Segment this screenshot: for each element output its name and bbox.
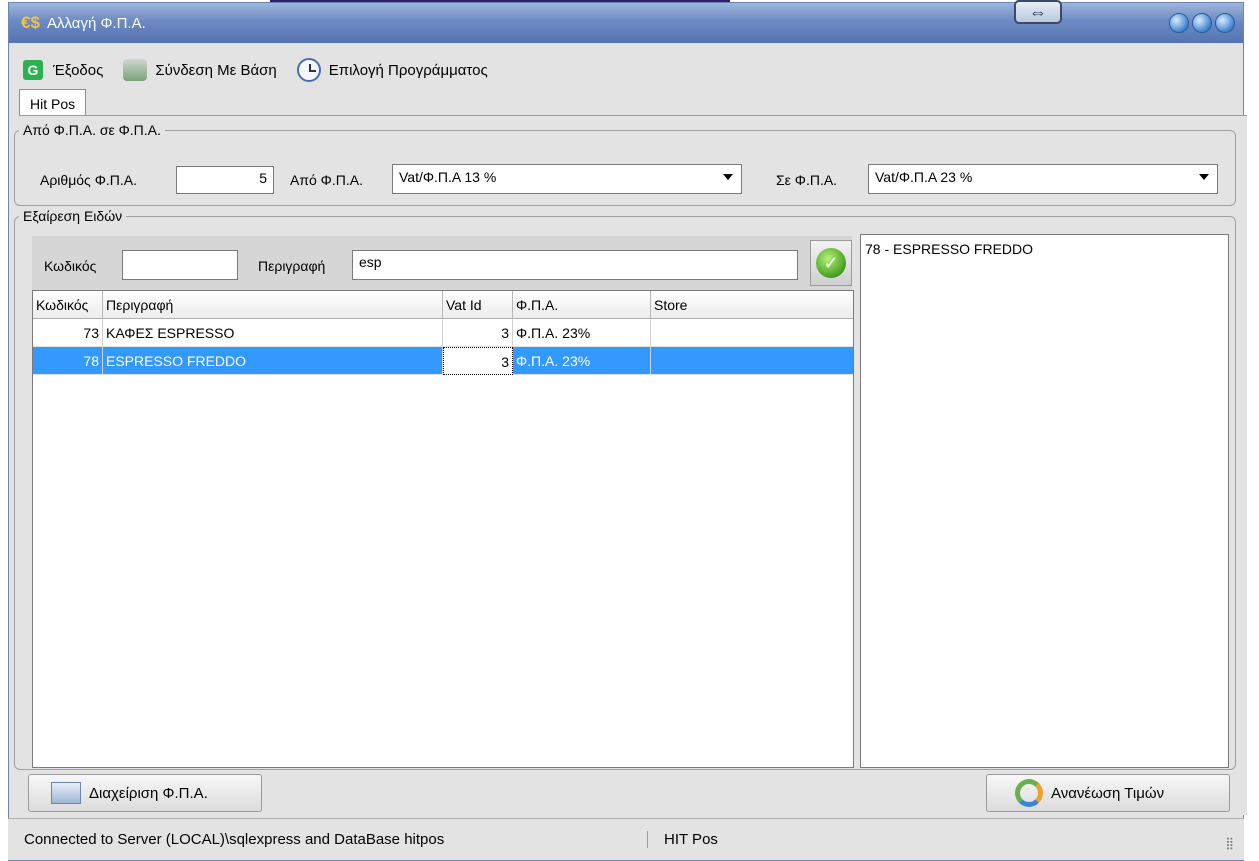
to-vat-select[interactable]: Vat/Φ.Π.Α 23 % (868, 164, 1218, 194)
resize-arrows-icon[interactable]: ⇔ (1014, 0, 1062, 24)
close-button[interactable] (1215, 13, 1235, 33)
status-bar: Connected to Server (LOCAL)\sqlexpress a… (8, 818, 1244, 860)
resize-grip-icon[interactable]: ⣿ (1225, 836, 1234, 850)
currency-icon: €$ (21, 13, 40, 32)
chevron-down-icon (1199, 174, 1209, 180)
status-app: HIT Pos (664, 831, 718, 848)
code-filter-field[interactable] (122, 250, 238, 280)
table-row-selected[interactable]: 78 ESPRESSO FREDDO 3 Φ.Π.Α. 23% (33, 347, 853, 375)
check-icon: ✓ (816, 248, 846, 278)
list-item[interactable]: 78 - ESPRESSO FREDDO (865, 241, 1224, 257)
refresh-prices-label: Ανανέωση Τιμών (1051, 784, 1165, 802)
menu-exit[interactable]: G Έξοδος (21, 58, 103, 82)
desc-filter-label: Περιγραφή (258, 258, 326, 274)
cell-vat: Φ.Π.Α. 23% (513, 319, 651, 347)
cell-code: 78 (33, 347, 103, 375)
from-vat-value: Vat/Φ.Π.Α 13 % (399, 169, 497, 185)
col-vat-id[interactable]: Vat Id (443, 291, 513, 318)
from-vat-label: Από Φ.Π.Α. (290, 172, 363, 188)
menu-connect-db[interactable]: Σύνδεση Με Βάση (123, 58, 277, 82)
cell-store (651, 347, 853, 375)
to-vat-label: Σε Φ.Π.Α. (776, 172, 838, 188)
cell-description: ESPRESSO FREDDO (103, 347, 443, 375)
menu-connect-db-label: Σύνδεση Με Βάση (155, 61, 277, 79)
cell-vat-id[interactable]: 3 (443, 347, 513, 375)
caption-buttons (1169, 13, 1235, 33)
col-vat[interactable]: Φ.Π.Α. (513, 291, 651, 318)
database-icon (123, 58, 148, 82)
items-grid: Κωδικός Περιγραφή Vat Id Φ.Π.Α. Store 73… (32, 290, 854, 768)
vat-management-label: Διαχείριση Φ.Π.Α. (89, 784, 208, 802)
vat-number-label: Αριθμός Φ.Π.Α. (40, 172, 137, 188)
minimize-button[interactable] (1169, 13, 1189, 33)
window-title: Αλλαγή Φ.Π.Α. (47, 14, 146, 32)
from-vat-select[interactable]: Vat/Φ.Π.Α 13 % (392, 164, 742, 194)
cell-code: 73 (33, 319, 103, 347)
refresh-icon (1015, 779, 1043, 807)
cell-vat-id: 3 (443, 319, 513, 347)
col-store[interactable]: Store (651, 291, 853, 318)
vat-settings-icon (51, 782, 81, 804)
menu-exit-label: Έξοδος (53, 61, 104, 79)
chevron-down-icon (723, 174, 733, 180)
col-code[interactable]: Κωδικός (33, 291, 103, 318)
cell-vat: Φ.Π.Α. 23% (513, 347, 651, 375)
exclude-items-legend: Εξαίρεση Ειδών (23, 208, 123, 224)
menu-select-program-label: Επιλογή Προγράμματος (328, 61, 488, 79)
table-row[interactable]: 73 ΚΑΦΕΣ ESPRESSO 3 Φ.Π.Α. 23% (33, 319, 853, 347)
col-description[interactable]: Περιγραφή (103, 291, 443, 318)
code-filter-label: Κωδικός (44, 258, 97, 274)
cell-description: ΚΑΦΕΣ ESPRESSO (103, 319, 443, 347)
cell-store (651, 319, 853, 347)
clock-icon (296, 58, 321, 82)
menu-bar: G Έξοδος Σύνδεση Με Βάση Επιλογή Προγράμ… (9, 53, 496, 87)
exit-icon: G (21, 58, 45, 82)
excluded-items-list[interactable]: 78 - ESPRESSO FREDDO (860, 234, 1229, 768)
vat-change-legend: Από Φ.Π.Α. σε Φ.Π.Α. (23, 122, 161, 138)
refresh-prices-button[interactable]: Ανανέωση Τιμών (986, 774, 1230, 812)
maximize-button[interactable] (1192, 13, 1212, 33)
to-vat-value: Vat/Φ.Π.Α 23 % (875, 169, 973, 185)
tab-hitpos[interactable]: Hit Pos (19, 89, 87, 116)
vat-number-field[interactable]: 5 (176, 166, 274, 194)
menu-select-program[interactable]: Επιλογή Προγράμματος (296, 58, 488, 82)
grid-header: Κωδικός Περιγραφή Vat Id Φ.Π.Α. Store (33, 291, 853, 319)
vat-management-button[interactable]: Διαχείριση Φ.Π.Α. (28, 774, 262, 812)
tab-strip: Hit Pos (19, 89, 87, 116)
search-ok-button[interactable]: ✓ (810, 240, 852, 286)
status-connection: Connected to Server (LOCAL)\sqlexpress a… (8, 831, 648, 848)
desc-filter-field[interactable]: esp (352, 250, 798, 280)
